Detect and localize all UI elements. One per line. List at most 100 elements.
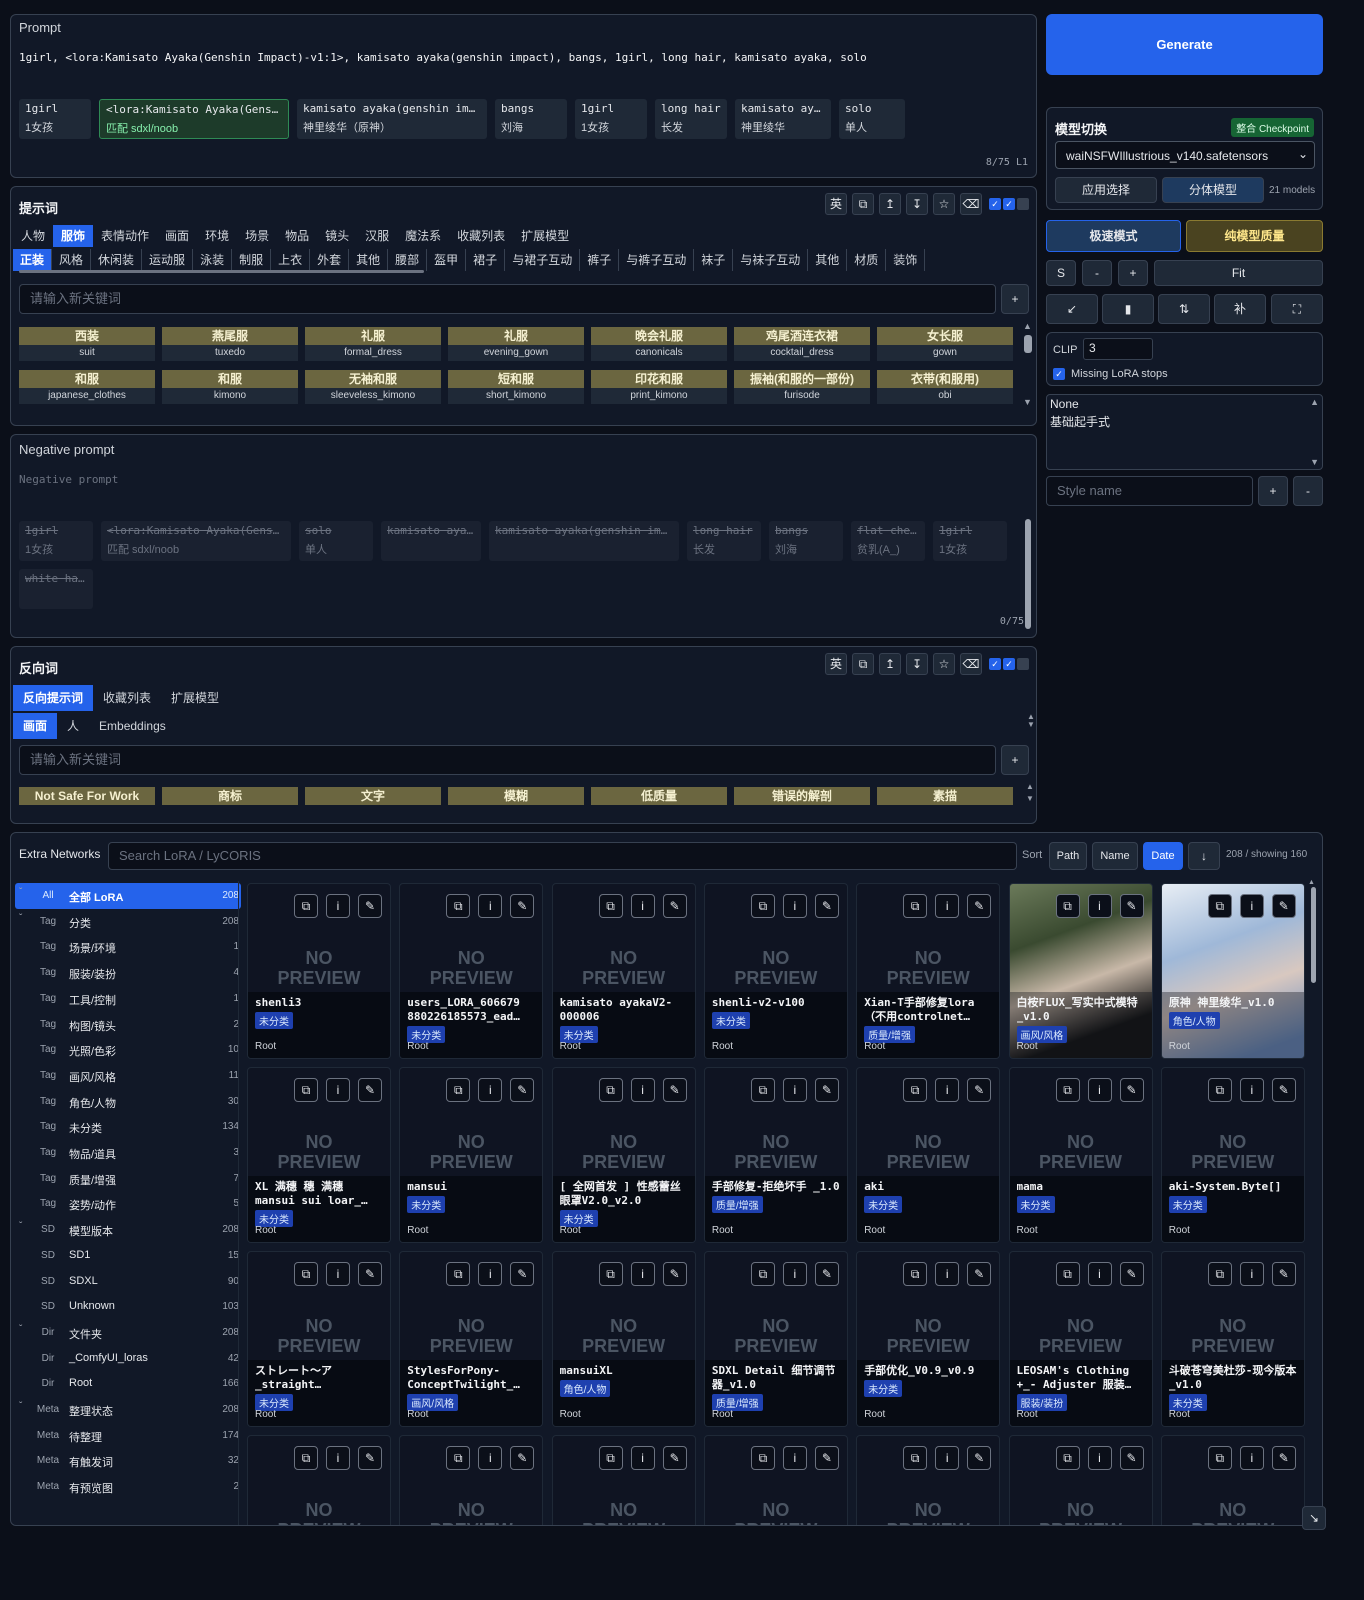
keyword-button[interactable]: 燕尾服 tuxedo [162, 327, 298, 363]
edit-icon[interactable]: ✎ [358, 1446, 382, 1470]
plus-button[interactable]: + [1118, 260, 1148, 286]
info-icon[interactable]: i [782, 894, 807, 918]
minus-button[interactable]: - [1082, 260, 1112, 286]
lora-card[interactable]: NO PREVIEW ⧉ i ✎ mansuiXL 角色/人物 Root [551, 1251, 696, 1427]
subcategory-tab[interactable]: 制服 [232, 249, 272, 271]
lora-card[interactable]: NO PREVIEW ⧉ i ✎ [1160, 1435, 1305, 1525]
lora-card[interactable]: NO PREVIEW ⧉ i ✎ [856, 1435, 1001, 1525]
lora-card[interactable]: NO PREVIEW ⧉ i ✎ 手部修复-拒绝坏手 _1.0 质量/增强 Root [703, 1067, 848, 1243]
copy-icon[interactable]: ⧉ [446, 1446, 471, 1470]
prompt-chip[interactable]: kamisato ayaka(genshin impact) 神里绫华（原神） [297, 99, 487, 139]
edit-icon[interactable]: ✎ [814, 894, 839, 918]
lora-card[interactable]: NO PREVIEW ⧉ i ✎ [551, 1435, 696, 1525]
subcategory-tab[interactable]: 与裙子互动 [505, 249, 581, 271]
subcategory-tab[interactable]: 袜子 [694, 249, 734, 271]
keyword-button[interactable]: 礼服 formal_dress [305, 327, 441, 363]
negative-chip[interactable]: long hair 长发 [687, 521, 761, 561]
tree-item[interactable]: Tag 质量/增强 7 [15, 1166, 241, 1192]
move-down-icon[interactable]: ↧ [906, 193, 928, 215]
category-tab[interactable]: 环境 [197, 225, 237, 247]
edit-icon[interactable]: ✎ [662, 1446, 687, 1470]
edit-icon[interactable]: ✎ [358, 1262, 382, 1286]
lora-card[interactable]: NO PREVIEW ⧉ i ✎ ストレート～ア _straight… 未分类 Root [247, 1251, 391, 1427]
info-icon[interactable]: i [782, 1262, 807, 1286]
tree-item[interactable]: Meta 有预览图 2 [15, 1474, 241, 1500]
tree-item[interactable]: Tag 姿势/动作 5 [15, 1191, 241, 1217]
lora-card[interactable]: NO PREVIEW ⧉ i ✎ aki-System.Byte[] 未分类 Root [1160, 1067, 1305, 1243]
edit-icon[interactable]: ✎ [1119, 1262, 1144, 1286]
prompt-textarea[interactable]: 1girl, <lora:Kamisato Ayaka(Genshin Impa… [19, 51, 867, 64]
info-icon[interactable]: i [326, 1262, 350, 1286]
add-style-button[interactable]: + [1258, 476, 1288, 506]
tree-item[interactable]: SD Unknown 103 [15, 1294, 241, 1320]
tree-item[interactable]: Tag 构图/镜头 2 [15, 1012, 241, 1038]
info-icon[interactable]: i [326, 894, 350, 918]
category-tab[interactable]: 表情动作 [93, 225, 157, 247]
toggle-checkbox[interactable]: ✓ [1003, 198, 1015, 210]
subcategory-tab[interactable]: 裤子 [580, 249, 620, 271]
tree-item[interactable]: Tag 光照/色彩 10 [15, 1037, 241, 1063]
lora-card[interactable]: NO PREVIEW ⧉ i ✎ [703, 1435, 848, 1525]
keyword-button[interactable]: 晚会礼服 canonicals [591, 327, 727, 363]
fit-button[interactable]: Fit [1154, 260, 1323, 286]
edit-icon[interactable]: ✎ [1119, 894, 1144, 918]
tree-item[interactable]: Tag 服装/装扮 4 [15, 960, 241, 986]
category-tab[interactable]: 镜头 [317, 225, 357, 247]
lora-card[interactable]: NO PREVIEW ⧉ i ✎ XL 满穗 穗 满穗 mansui sui loar_… [247, 1067, 391, 1243]
info-icon[interactable]: i [630, 894, 655, 918]
scroll-arrows-icon[interactable]: ▲ ▼ [1026, 781, 1034, 805]
copy-icon[interactable]: ⧉ [750, 1262, 775, 1286]
move-up-icon[interactable]: ↥ [879, 653, 901, 675]
tree-item[interactable]: ˇ All 全部 LoRA 208 [15, 883, 241, 909]
negative-tab[interactable]: 收藏列表 [93, 685, 161, 711]
edit-icon[interactable]: ✎ [967, 894, 992, 918]
edit-icon[interactable]: ✎ [1271, 1446, 1296, 1470]
info-icon[interactable]: i [935, 894, 960, 918]
keyword-button[interactable]: 女长服 gown [877, 327, 1013, 363]
edit-icon[interactable]: ✎ [814, 1446, 839, 1470]
toggle-checkbox[interactable]: ✓ [989, 198, 1001, 210]
lora-card[interactable]: ⧉ i ✎ 白桉FLUX_写实中式模特_v1.0 画风/风格 Root [1008, 883, 1153, 1059]
copy-icon[interactable]: ⧉ [1207, 894, 1232, 918]
negative-chip[interactable]: white hair [19, 569, 93, 609]
fill-icon[interactable]: 补 [1214, 294, 1266, 324]
keyword-button[interactable]: 短和服 short_kimono [448, 370, 584, 406]
subcategory-tab[interactable]: 腰部 [388, 249, 428, 271]
prompt-chip[interactable]: solo 单人 [839, 99, 905, 139]
copy-icon[interactable]: ⧉ [852, 193, 874, 215]
info-icon[interactable]: i [478, 894, 503, 918]
lora-card[interactable]: NO PREVIEW ⧉ i ✎ StylesForPony-ConceptTwilig… [399, 1251, 544, 1427]
subcategory-tab[interactable]: 外套 [310, 249, 350, 271]
category-tab[interactable]: 物品 [277, 225, 317, 247]
keyword-button[interactable]: 衣带(和服用) obi [877, 370, 1013, 406]
copy-icon[interactable]: ⧉ [598, 894, 623, 918]
clear-icon[interactable]: ⌫ [960, 653, 982, 675]
copy-icon[interactable]: ⧉ [598, 1078, 623, 1102]
split-model-button[interactable]: 分体模型 [1162, 177, 1264, 203]
info-icon[interactable]: i [326, 1078, 350, 1102]
tree-item[interactable]: Tag 工具/控制 1 [15, 986, 241, 1012]
copy-icon[interactable]: ⧉ [903, 1446, 928, 1470]
keyword-button[interactable]: 和服 japanese_clothes [19, 370, 155, 406]
lora-search-input[interactable]: Search LoRA / LyCORIS [108, 842, 1017, 870]
prompt-chip[interactable]: bangs 刘海 [495, 99, 567, 139]
category-tab[interactable]: 魔法系 [397, 225, 449, 247]
clip-input[interactable]: 3 [1083, 338, 1153, 360]
info-icon[interactable]: i [1239, 894, 1264, 918]
keyword-button[interactable]: 西装 suit [19, 327, 155, 363]
scroll-up-icon[interactable]: ▲ [1310, 397, 1319, 407]
lora-card[interactable]: NO PREVIEW ⧉ i ✎ users_LORA_606679 880226185… [399, 883, 544, 1059]
lora-card[interactable]: NO PREVIEW ⧉ i ✎ 斗破苍穹美杜莎-现今版本_v1.0 未分类 Root [1160, 1251, 1305, 1427]
tree-item[interactable]: SD SDXL 90 [15, 1269, 241, 1295]
swap-vertical-icon[interactable]: ⇅ [1158, 294, 1210, 324]
lora-card[interactable]: NO PREVIEW ⧉ i ✎ aki 未分类 Root [856, 1067, 1001, 1243]
tree-item[interactable]: ˇ SD 模型版本 208 [15, 1217, 241, 1243]
negative-tab[interactable]: 反向提示词 [13, 685, 94, 711]
negative-chip[interactable]: 1girl 1女孩 [933, 521, 1007, 561]
style-item[interactable]: 基础起手式 [1050, 413, 1110, 430]
toggle-checkbox[interactable] [1017, 658, 1029, 670]
model-select[interactable]: waiNSFWIllustrious_v140.safetensors ⌄ [1055, 141, 1315, 169]
toggle-checkbox[interactable]: ✓ [989, 658, 1001, 670]
negative-keyword-button[interactable]: 商标 [162, 787, 298, 805]
resize-corner-icon[interactable]: ↘ [1302, 1506, 1326, 1530]
